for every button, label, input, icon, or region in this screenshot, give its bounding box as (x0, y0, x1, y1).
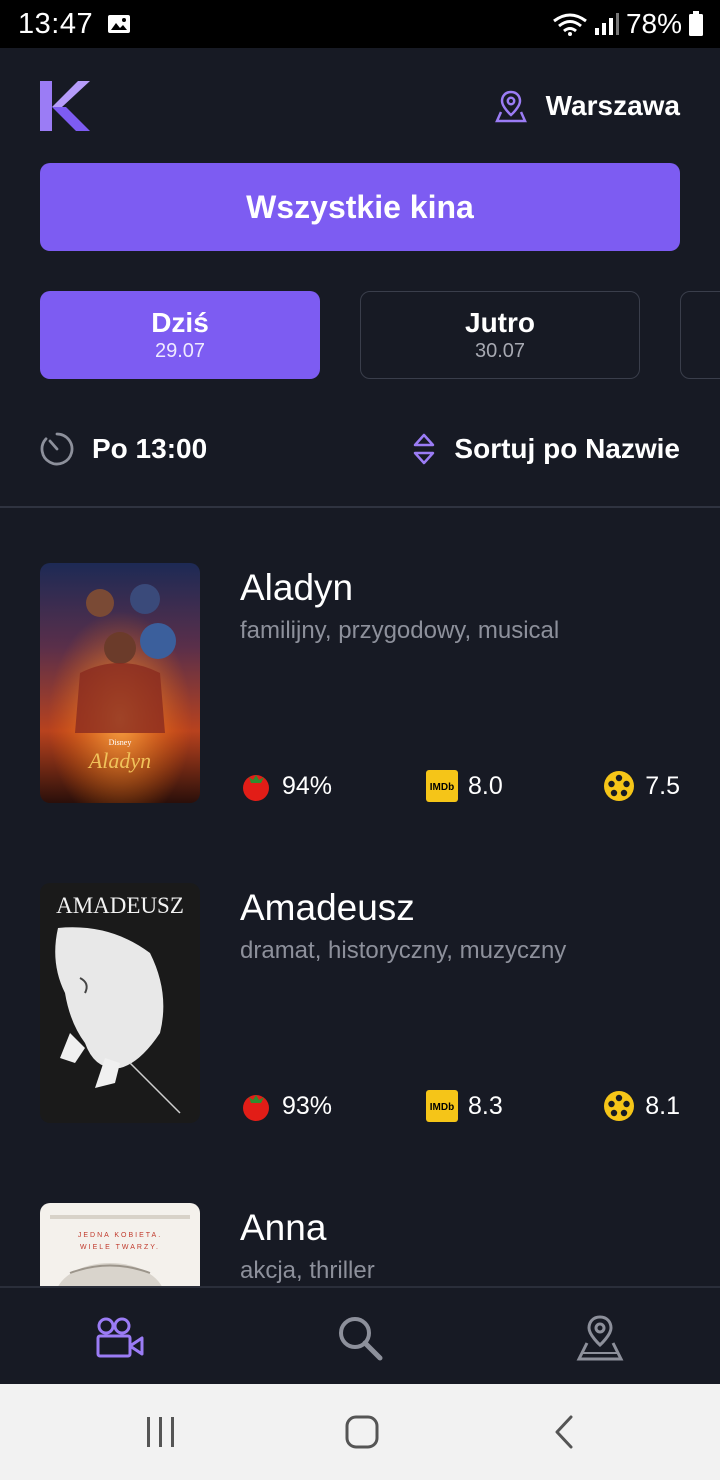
movie-list[interactable]: Disney Aladyn Aladyn familijny, przygodo… (0, 508, 720, 1286)
filmweb-rating: 8.1 (603, 1088, 680, 1124)
city-selector[interactable]: Warszawa (494, 89, 680, 123)
movie-genres: akcja, thriller (240, 1257, 375, 1284)
movie-ratings: 94% IMDb 8.0 7.5 (240, 768, 680, 804)
movie-title: Amadeusz (240, 887, 415, 928)
movie-camera-icon (96, 1317, 144, 1358)
rating-value: 7.5 (645, 771, 680, 800)
poster-tagline: JEDNA KOBIETA. (78, 1232, 162, 1239)
sort-filter-label: Sortuj po Nazwie (454, 433, 680, 464)
date-tab-date: 29.07 (154, 340, 206, 362)
date-tab-next[interactable] (680, 291, 720, 379)
poster-tagline: WIELE TWARZY. (80, 1244, 160, 1251)
poster-title: AMADEUSZ (56, 893, 184, 918)
imdb-icon: IMDb (426, 770, 458, 802)
back-icon (555, 1415, 573, 1449)
movie-title: Anna (240, 1207, 327, 1248)
rating-value: 8.1 (645, 1091, 680, 1120)
image-icon (108, 15, 131, 33)
nav-search[interactable] (330, 1308, 390, 1368)
battery-percent: 78% (625, 8, 682, 39)
recents-button[interactable] (139, 1410, 183, 1454)
nav-map[interactable] (570, 1308, 630, 1368)
filmweb-rating: 7.5 (603, 768, 680, 804)
bottom-nav (0, 1286, 720, 1384)
movie-genres: dramat, historyczny, muzyczny (240, 937, 567, 964)
wifi-icon (553, 13, 587, 36)
movie-ratings: 93% IMDb 8.3 8.1 (240, 1088, 680, 1124)
sort-icon (414, 433, 435, 465)
date-tab-day: Jutro (465, 307, 535, 338)
status-time: 13:47 (18, 7, 94, 40)
poster-aladyn: Disney Aladyn (40, 563, 200, 803)
nav-movies[interactable] (90, 1308, 150, 1368)
film-reel-icon (604, 1091, 635, 1121)
home-icon (345, 1415, 379, 1449)
home-button[interactable] (340, 1410, 384, 1454)
poster-amadeusz: AMADEUSZ (40, 883, 200, 1123)
rating-value: 8.3 (468, 1091, 503, 1120)
movie-item-anna[interactable]: JEDNA KOBIETA. WIELE TWARZY. Anna akcja,… (40, 1203, 680, 1286)
back-button[interactable] (542, 1410, 586, 1454)
date-tab-today[interactable]: Dziś 29.07 (40, 291, 320, 379)
imdb-badge: IMDb (430, 782, 454, 793)
recents-icon (147, 1417, 174, 1447)
film-reel-icon (604, 771, 635, 801)
date-tab-tomorrow[interactable]: Jutro 30.07 (360, 291, 640, 379)
time-filter[interactable]: Po 13:00 (40, 432, 207, 466)
app-logo (40, 81, 90, 131)
rating-value: 8.0 (468, 771, 503, 800)
rotten-tomatoes-rating: 94% (240, 768, 332, 804)
rating-value: 94% (282, 771, 333, 800)
map-pin-icon (494, 90, 527, 123)
status-bar: 13:47 78% (0, 0, 720, 48)
signal-icon (594, 13, 619, 35)
tomato-icon (243, 775, 269, 801)
clock-icon (40, 432, 74, 466)
city-label: Warszawa (545, 90, 680, 121)
tomato-icon (243, 1095, 269, 1121)
rotten-tomatoes-rating: 93% (240, 1088, 332, 1124)
all-cinemas-button[interactable]: Wszystkie kina (40, 163, 680, 251)
header: Warszawa (40, 80, 680, 132)
android-nav-bar (0, 1384, 720, 1480)
time-filter-label: Po 13:00 (92, 433, 208, 464)
status-right: 78% (552, 8, 704, 40)
date-tabs: Dziś 29.07 Jutro 30.07 (40, 291, 720, 379)
imdb-rating: IMDb 8.0 (426, 768, 503, 804)
app-screen: Warszawa Wszystkie kina Dziś 29.07 Jutro… (0, 48, 720, 1384)
poster-brand: Disney (109, 738, 132, 747)
date-tab-date: 30.07 (474, 340, 526, 362)
filters-row: Po 13:00 Sortuj po Nazwie (40, 428, 680, 470)
movie-item-amadeusz[interactable]: AMADEUSZ Amadeusz dramat, historyczny, m… (40, 883, 680, 1123)
rating-value: 93% (282, 1091, 333, 1120)
battery-icon (689, 11, 703, 36)
movie-item-aladyn[interactable]: Disney Aladyn Aladyn familijny, przygodo… (40, 563, 680, 803)
movie-genres: familijny, przygodowy, musical (240, 617, 560, 644)
poster-anna: JEDNA KOBIETA. WIELE TWARZY. (40, 1203, 200, 1286)
search-icon (339, 1317, 383, 1361)
map-icon (576, 1315, 624, 1361)
imdb-badge: IMDb (430, 1102, 454, 1113)
movie-title: Aladyn (240, 567, 354, 608)
date-tab-day: Dziś (151, 307, 209, 338)
poster-title: Aladyn (87, 748, 151, 773)
imdb-icon: IMDb (426, 1090, 458, 1122)
sort-filter[interactable]: Sortuj po Nazwie (412, 432, 680, 466)
imdb-rating: IMDb 8.3 (426, 1088, 503, 1124)
